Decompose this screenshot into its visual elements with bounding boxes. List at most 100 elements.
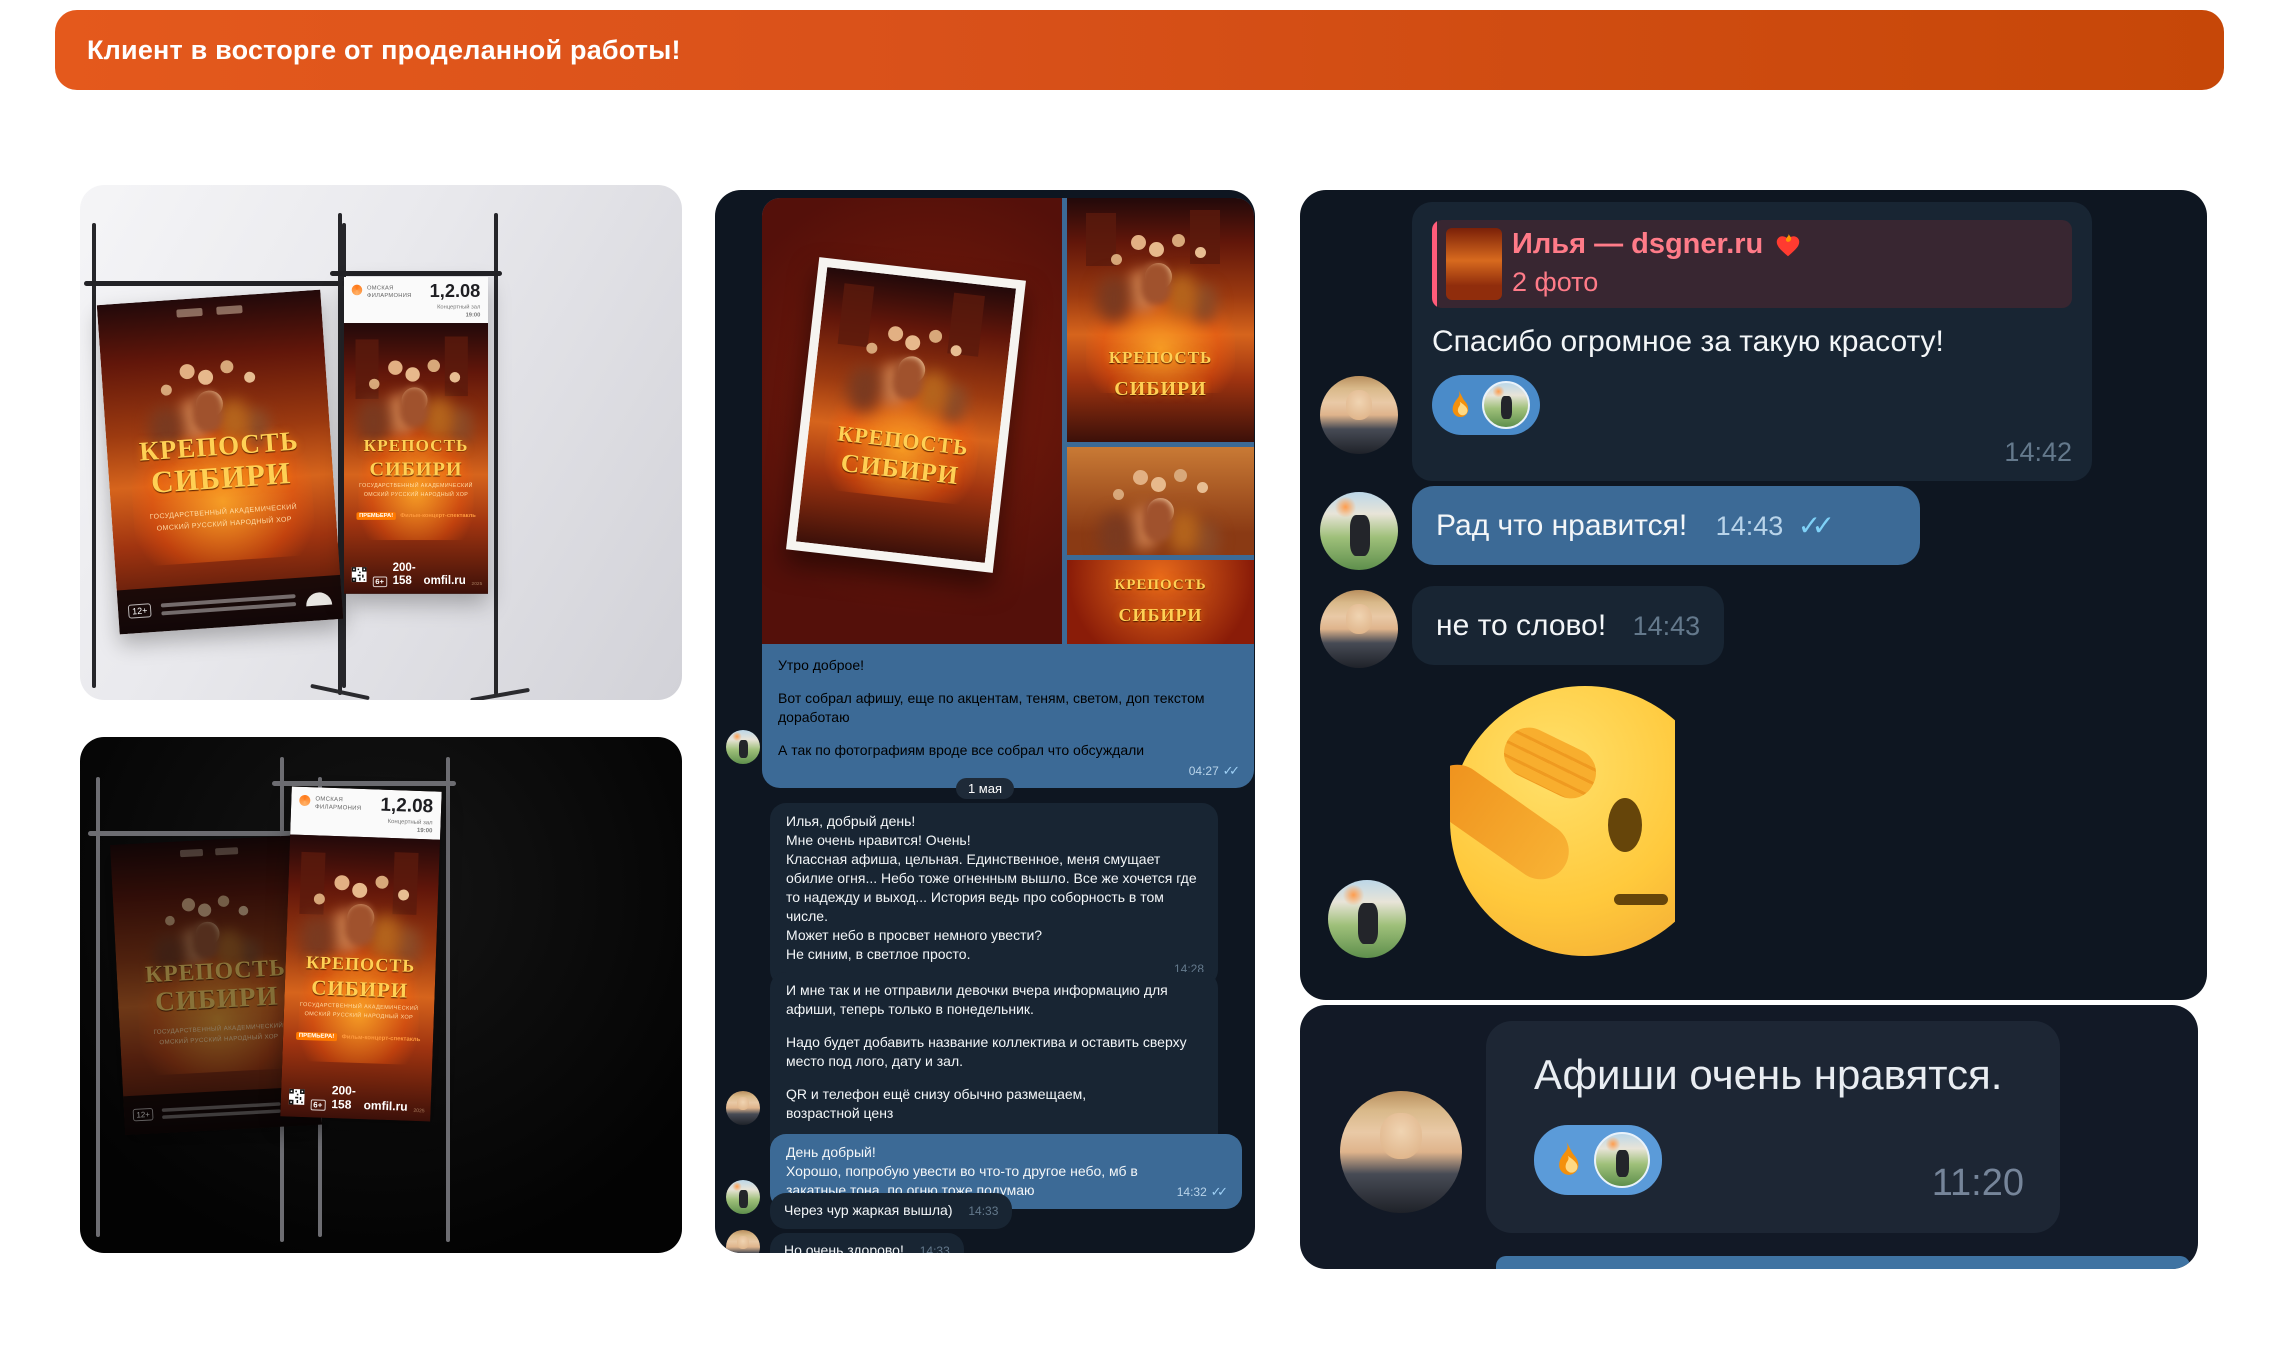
poster-figures <box>1149 242 1164 257</box>
fortress-tower <box>356 339 379 399</box>
poster-figures <box>1151 477 1166 492</box>
message-paragraph: И мне так и не отправили девочки вчера и… <box>786 981 1202 1019</box>
reaction-pill <box>1534 1125 1662 1195</box>
poster-title-line2: СИБИРИ <box>1067 606 1254 625</box>
reply-info: Илья — dsgner.ru 2 фото <box>1512 228 1803 300</box>
message-text: Спасибо огромное за такую красоту! <box>1432 322 2072 361</box>
avatar-client <box>1320 590 1398 668</box>
message-meta: 14:32 ✓✓ <box>1177 1182 1228 1202</box>
message-incoming-words: не то слово! 14:43 <box>1412 586 1724 665</box>
stand-pole <box>494 213 498 695</box>
age-rating: 12+ <box>133 1108 154 1121</box>
genre-label: Фильм-концерт-спектакль <box>342 1034 421 1043</box>
reply-quote: Илья — dsgner.ru 2 фото <box>1432 220 2072 308</box>
stand-bar <box>330 271 502 276</box>
saluting-face-sticker <box>1450 686 1675 958</box>
reply-media-count: 2 фото <box>1512 267 1803 298</box>
message-time: 14:33 <box>968 1204 998 1218</box>
message-album-outgoing: КРЕПОСТЬ СИБИРИ КРЕПОСТЬ СИБИРИ <box>762 198 1254 788</box>
poster-figures-bodies <box>1143 499 1173 541</box>
fire-reaction-icon <box>1442 388 1476 422</box>
message-time: 04:27 <box>1189 764 1219 778</box>
heart-on-fire-icon <box>1773 230 1803 260</box>
premiere-chip: ПРЕМЬЕРА! <box>356 512 396 520</box>
message-paragraph: QR и телефон ещё снизу обычно размещаем,… <box>786 1085 1162 1123</box>
avatar-client <box>726 1091 760 1125</box>
reply-sender-name: Илья — dsgner.ru <box>1512 228 1763 261</box>
caption-line: А так по фотографиям вроде все собрал чт… <box>778 741 1168 760</box>
poster-dates: 1,2.08 <box>430 282 481 303</box>
poster-title-line2: СИБИРИ <box>344 458 488 479</box>
poster-title-line1: КРЕПОСТЬ <box>1067 578 1254 594</box>
message-line: Илья, добрый день! <box>786 812 1202 831</box>
read-checks-icon: ✓✓ <box>1223 763 1240 778</box>
telegram-chat-screenshot-top-right: Илья — dsgner.ru 2 фото Спасибо огромное… <box>1300 190 2207 1000</box>
message-incoming-great: Но очень здорово! 14:33 <box>770 1233 964 1253</box>
avatar-designer <box>726 730 760 764</box>
poster-subtitle1: ГОСУДАРСТВЕННЫЙ АКАДЕМИЧЕСКИЙ <box>344 483 488 491</box>
reaction-pill <box>1432 375 1540 435</box>
website: omfil.ru <box>363 1098 407 1114</box>
poster-contact-row: 6+ 200-158 omfil.ru 2025 <box>352 560 483 587</box>
age-rating: 12+ <box>128 603 152 619</box>
stand-foot <box>470 688 530 700</box>
poster-contact-row: 6+ 200-158 omfil.ru 2025 <box>289 1082 426 1115</box>
website: omfil.ru <box>424 574 466 587</box>
reaction-avatar-designer <box>1482 381 1530 429</box>
message-incoming-hot: Через чур жаркая вышла) 14:33 <box>770 1193 1012 1229</box>
cut-off-outgoing-bubble <box>1496 1256 2190 1269</box>
fortress-tower <box>445 337 468 397</box>
collage-photo-crop1: КРЕПОСТЬ СИБИРИ <box>1067 198 1254 442</box>
premiere-row: ПРЕМЬЕРА! Фильм-концерт-спектакль <box>344 504 488 521</box>
poster-krepost-sibiri-right-bright: ОМСКАЯФИЛАРМОНИЯ 1,2.08 Концертный зал19… <box>280 786 441 1121</box>
stand-pole <box>96 777 100 1237</box>
portfolio-slide: Клиент в восторге от проделанной работы!… <box>0 0 2279 1351</box>
stand-bar <box>84 281 352 286</box>
stand-pole <box>338 213 342 695</box>
age-rating: 6+ <box>372 577 387 588</box>
poster-venue: Концертный зал <box>387 819 432 827</box>
poster-header: ОМСКАЯФИЛАРМОНИЯ 1,2.08 Концертный зал19… <box>344 277 488 323</box>
message-line: Классная афиша, цельная. Единственное, м… <box>786 850 1202 926</box>
message-meta: 14:42 <box>2004 437 2072 468</box>
avatar-client <box>726 1230 760 1253</box>
message-text: Афиши очень нравятся. <box>1534 1051 2002 1099</box>
poster-time: 19:00 <box>466 312 481 318</box>
phone-number: 200-158 <box>393 560 418 587</box>
premiere-chip: ПРЕМЬЕРА! <box>296 1032 338 1041</box>
poster-figures <box>405 367 419 381</box>
mockup-photo-dark: КРЕПОСТЬ СИБИРИ ГОСУДАРСТВЕННЫЙ АКАДЕМИЧ… <box>80 737 682 1253</box>
poster-time: 19:00 <box>417 828 433 835</box>
poster-krepost-sibiri-left: КРЕПОСТЬ СИБИРИ ГОСУДАРСТВЕННЫЙ АКАДЕМИЧ… <box>97 290 343 635</box>
philharmonic-logo-icon <box>352 285 363 296</box>
collage-photo-crop3: КРЕПОСТЬ СИБИРИ <box>1067 560 1254 644</box>
collage-photo-main: КРЕПОСТЬ СИБИРИ <box>762 198 1062 644</box>
reaction-avatar-designer <box>1594 1132 1650 1188</box>
read-checks-icon: ✓✓ <box>1211 1184 1228 1199</box>
message-line: День добрый! <box>786 1143 1226 1162</box>
poster-krepost-sibiri-right: ОМСКАЯФИЛАРМОНИЯ 1,2.08 Концертный зал19… <box>344 277 488 594</box>
genre-label: Фильм-концерт-спектакль <box>400 513 476 519</box>
stand-pole <box>92 223 96 688</box>
org-name2: ФИЛАРМОНИЯ <box>315 805 362 813</box>
message-meta: 04:27 ✓✓ <box>1189 761 1240 781</box>
poster-title-line2: СИБИРИ <box>1067 379 1254 400</box>
philharmonic-logo-icon <box>299 795 310 806</box>
org-name1: ОМСКАЯ <box>367 286 394 292</box>
read-checks-icon: ✓✓ <box>1798 510 1835 541</box>
fire-reaction-icon <box>1546 1139 1588 1181</box>
message-text: Через чур жаркая вышла) <box>784 1202 952 1218</box>
fortress-tower <box>299 852 325 915</box>
message-incoming-info: И мне так и не отправили девочки вчера и… <box>770 972 1218 1157</box>
avatar-client-large <box>1340 1091 1462 1213</box>
age-rating: 6+ <box>310 1099 325 1111</box>
avatar-designer <box>1320 492 1398 570</box>
qr-code <box>289 1084 305 1111</box>
message-line: Мне очень нравится! Очень! <box>786 831 1202 850</box>
message-incoming-thanks: Илья — dsgner.ru 2 фото Спасибо огромное… <box>1412 202 2092 481</box>
message-text: не то слово! <box>1436 609 1606 642</box>
stand-bar <box>272 781 456 786</box>
poster-art: КРЕПОСТЬ СИБИРИ <box>796 267 1016 563</box>
framed-poster-photo: КРЕПОСТЬ СИБИРИ <box>786 257 1026 573</box>
poster-subtitle2: ОМСКИЙ РУССКИЙ НАРОДНЫЙ ХОР <box>344 491 488 499</box>
